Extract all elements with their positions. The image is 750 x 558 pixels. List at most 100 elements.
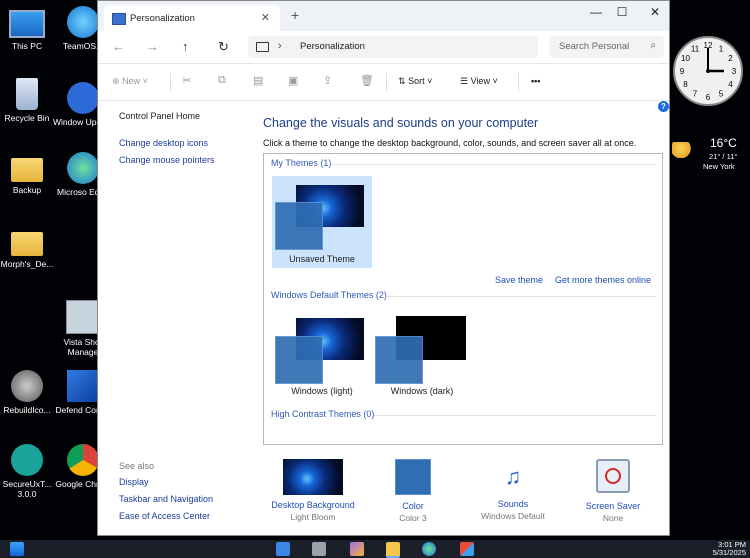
new-label: New <box>122 76 141 86</box>
clock-numeral: 5 <box>719 90 724 99</box>
recycle-bin-icon <box>16 78 38 110</box>
cut-icon[interactable]: ✂ <box>182 74 191 87</box>
desktop-icon-label: This PC <box>11 41 43 51</box>
copy-icon[interactable]: ⧉ <box>218 74 226 87</box>
save-theme-link[interactable]: Save theme <box>495 275 543 285</box>
folder-icon <box>11 158 43 182</box>
sort-label: Sort <box>408 76 425 86</box>
start-icon[interactable] <box>10 542 24 556</box>
search-icon: ⌕ <box>650 40 656 51</box>
desktop-background-link[interactable]: Desktop Background <box>263 500 363 510</box>
back-button[interactable]: ← <box>112 39 125 54</box>
change-mouse-pointers-link[interactable]: Change mouse pointers <box>119 155 215 165</box>
tab-close-icon[interactable]: ✕ <box>261 11 270 24</box>
more-options-button[interactable]: ••• <box>531 76 540 86</box>
ease-of-access-link[interactable]: Ease of Access Center <box>119 511 210 521</box>
close-button[interactable]: ✕ <box>643 5 667 19</box>
title-bar: Personalization ✕ + — ☐ ✕ <box>98 1 669 31</box>
change-desktop-icons-link[interactable]: Change desktop icons <box>119 138 208 148</box>
divider <box>374 415 656 416</box>
system-tray[interactable]: 3:01 PM 5/31/2025 <box>713 541 746 557</box>
desktop-icon-recycle-bin[interactable]: Recycle Bin <box>0 78 58 123</box>
default-themes-group-header[interactable]: Windows Default Themes (2) <box>271 290 387 300</box>
desktop-icon-morphs[interactable]: Morph's_De... <box>0 226 58 269</box>
address-bar[interactable]: › Personalization <box>248 36 538 58</box>
clock-numeral: 4 <box>728 80 733 89</box>
desktop-background-value: Light Bloom <box>290 512 336 522</box>
desktop-icon-secureux[interactable]: SecureUxT... 3.0.0 <box>0 444 58 499</box>
monitor-icon <box>256 42 269 52</box>
forward-button[interactable]: → <box>146 39 159 54</box>
theme-windows-light[interactable]: Windows (light) <box>272 306 372 398</box>
explorer-window: Personalization ✕ + — ☐ ✕ ← → ↑ ↻ › Pers… <box>97 0 670 536</box>
high-contrast-group-header[interactable]: High Contrast Themes (0) <box>271 409 374 419</box>
desktop-icon-backup[interactable]: Backup <box>0 152 58 195</box>
theme-unsaved[interactable]: Unsaved Theme <box>272 176 372 268</box>
task-view-icon[interactable] <box>312 542 326 556</box>
weather-city: New York <box>703 162 735 171</box>
edge-icon[interactable] <box>422 542 436 556</box>
up-button[interactable]: ↑ <box>182 39 189 54</box>
divider <box>386 296 656 297</box>
folder-icon <box>11 232 43 256</box>
color-swatch <box>395 459 431 495</box>
new-button[interactable]: ⊕ New ˅ <box>112 76 148 87</box>
rename-icon[interactable]: ▣ <box>288 74 298 87</box>
wallpaper-thumbnail <box>283 459 343 495</box>
breadcrumb[interactable]: Personalization <box>300 41 365 52</box>
weather-range: 21° / 11° <box>709 152 738 161</box>
desktop-background-setting[interactable]: Desktop Background Light Bloom <box>263 459 363 522</box>
sounds-link[interactable]: Sounds <box>463 499 563 509</box>
paste-icon[interactable]: ▤ <box>253 74 263 87</box>
store-icon[interactable] <box>460 542 474 556</box>
desktop-icon-rebuildicon[interactable]: RebuildIco... <box>0 370 58 415</box>
minimize-button[interactable]: — <box>584 5 608 19</box>
edge-icon <box>67 152 99 184</box>
divider <box>386 73 387 91</box>
help-icon[interactable]: ? <box>658 101 669 112</box>
sounds-setting[interactable]: ♫ Sounds Windows Default <box>463 459 563 521</box>
view-button[interactable]: ☰ View ˅ <box>460 76 498 87</box>
desktop-icon-this-pc[interactable]: This PC <box>0 6 58 51</box>
clock-numeral: 10 <box>681 54 690 63</box>
refresh-button[interactable]: ↻ <box>218 39 229 55</box>
file-explorer-icon[interactable] <box>386 542 400 558</box>
color-setting[interactable]: Color Color 3 <box>363 459 463 523</box>
theme-windows-dark[interactable]: Windows (dark) <box>372 306 472 398</box>
no-icon <box>605 468 621 484</box>
screen-saver-link[interactable]: Screen Saver <box>563 501 663 511</box>
copilot-icon[interactable] <box>350 542 364 556</box>
tab-personalization[interactable]: Personalization ✕ <box>104 5 280 31</box>
color-link[interactable]: Color <box>363 501 463 511</box>
get-more-themes-link[interactable]: Get more themes online <box>555 275 651 285</box>
maximize-button[interactable]: ☐ <box>610 5 634 19</box>
control-panel-home-link[interactable]: Control Panel Home <box>119 111 200 121</box>
screen-saver-value: None <box>602 513 624 523</box>
taskbar: 3:01 PM 5/31/2025 <box>0 540 750 558</box>
clock-numeral: 1 <box>719 45 724 54</box>
clock-gadget: 12 1234567891011 <box>673 36 743 106</box>
color-swatch <box>275 202 323 250</box>
command-bar: ⊕ New ˅ ✂ ⧉ ▤ ▣ ⇪ 🗑 ⇅ Sort ˅ ☰ View ˅ ••… <box>98 64 669 101</box>
search-box[interactable]: Search Personal ⌕ <box>549 36 664 58</box>
clock-numeral: 7 <box>693 90 698 99</box>
page-title: Change the visuals and sounds on your co… <box>263 116 539 130</box>
sort-button[interactable]: ⇅ Sort ˅ <box>398 76 432 87</box>
display-link[interactable]: Display <box>119 477 149 487</box>
delete-icon[interactable]: 🗑 <box>360 74 374 87</box>
screen-saver-setting[interactable]: Screen Saver None <box>563 459 663 523</box>
chrome-icon <box>67 444 99 476</box>
weather-temp: 16°C <box>710 136 737 150</box>
windows-logo-icon[interactable] <box>276 542 290 556</box>
search-input[interactable]: Search Personal <box>559 41 629 52</box>
desktop-icon-label: Backup <box>12 185 42 195</box>
taskbar-navigation-link[interactable]: Taskbar and Navigation <box>119 494 213 504</box>
sounds-icon: ♫ <box>504 464 522 489</box>
my-themes-group-header[interactable]: My Themes (1) <box>271 158 331 168</box>
desktop-icon-label: Morph's_De... <box>0 259 54 269</box>
desktop-icon-label: SecureUxT... 3.0.0 <box>2 479 52 499</box>
new-tab-button[interactable]: + <box>291 7 299 23</box>
theme-name: Windows (dark) <box>390 386 454 396</box>
address-bar-row: ← → ↑ ↻ › Personalization Search Persona… <box>98 31 669 64</box>
share-icon[interactable]: ⇪ <box>323 74 332 87</box>
